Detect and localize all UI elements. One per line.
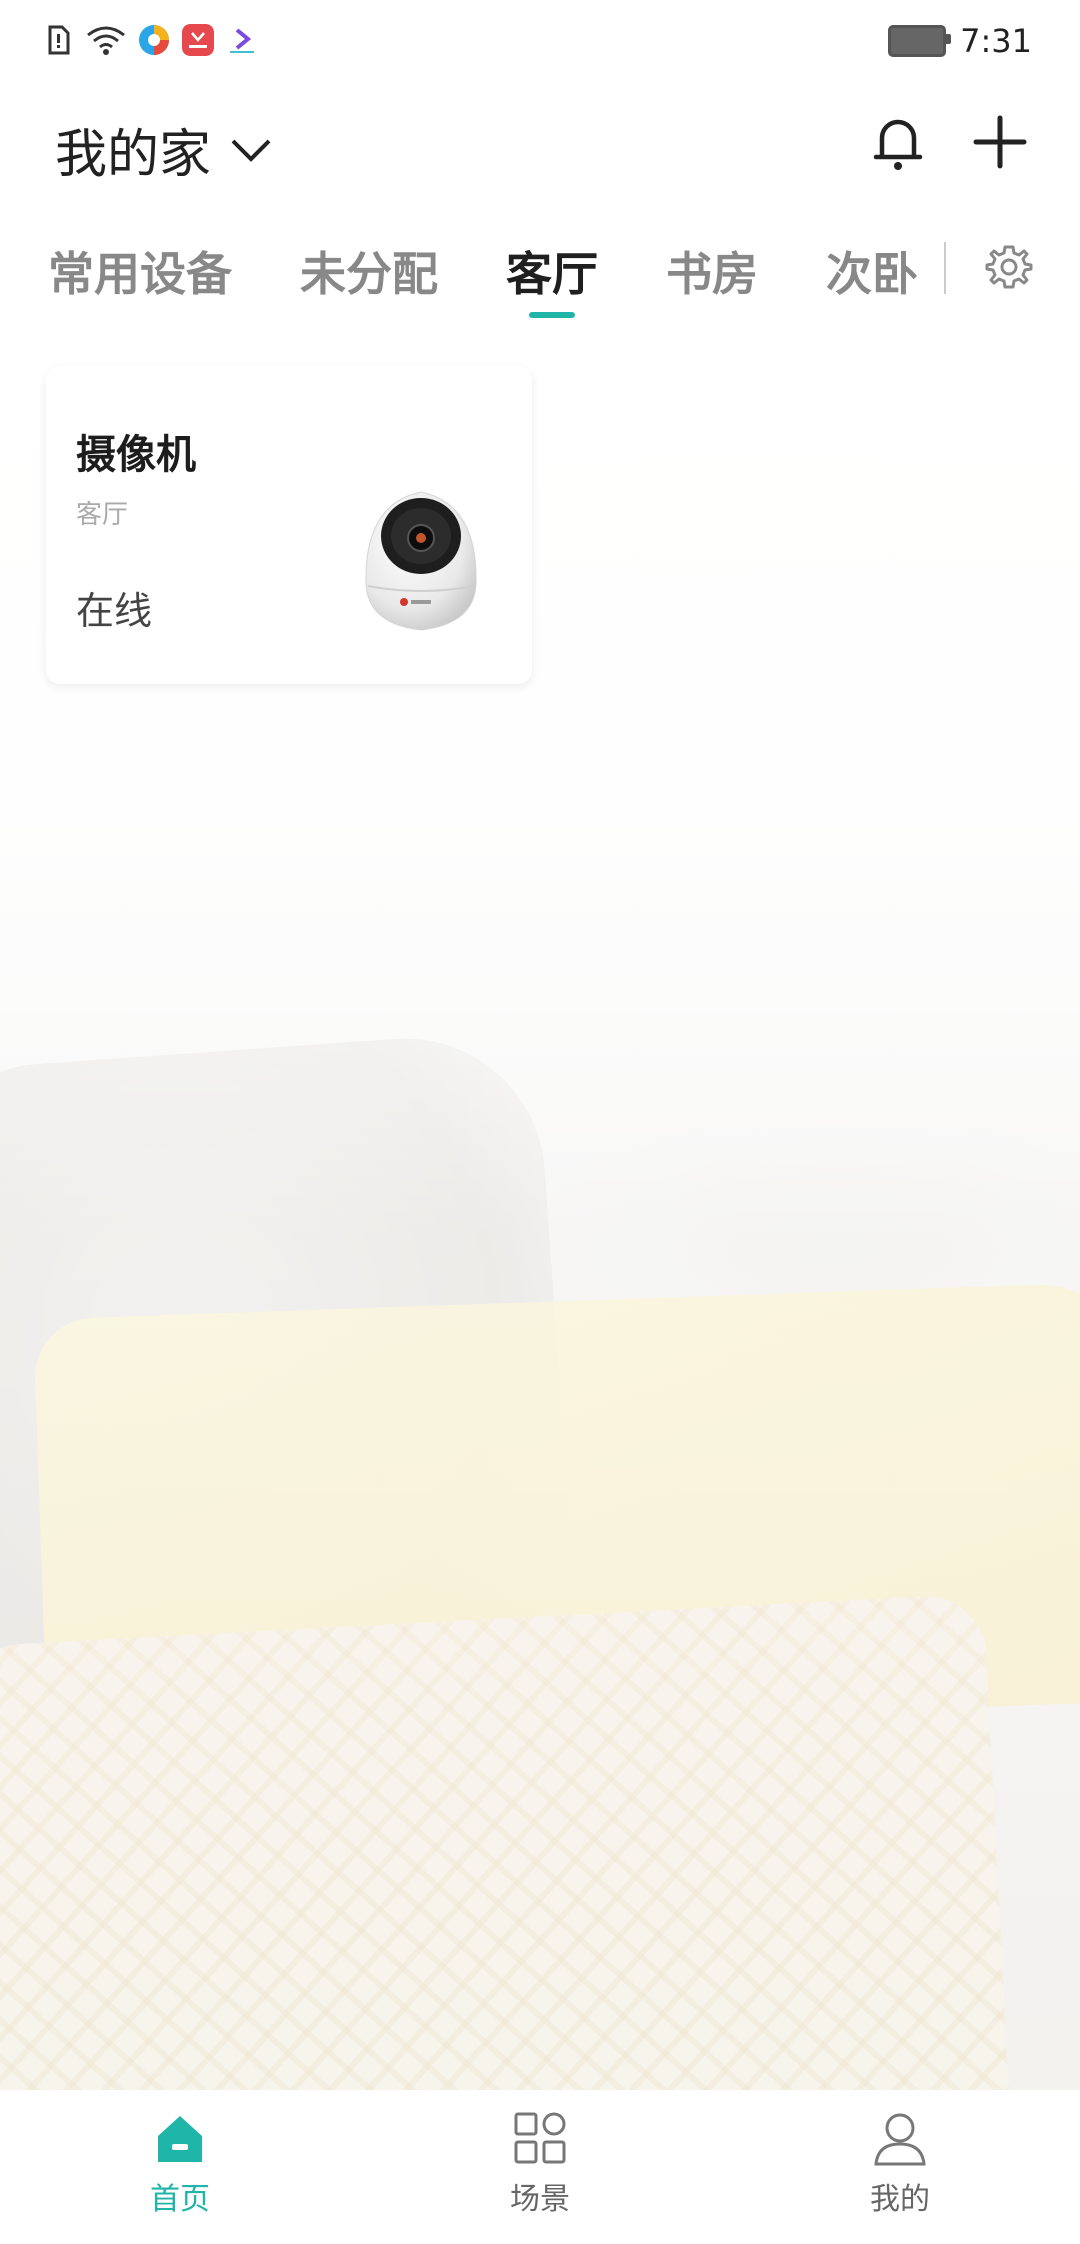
nav-label-profile: 我的 xyxy=(870,2182,930,2217)
browser-app-icon xyxy=(139,25,169,55)
sim-alert-icon xyxy=(48,25,70,55)
bell-icon xyxy=(873,119,923,170)
home-selector[interactable]: 我的家 xyxy=(55,112,273,187)
nav-label-scenes: 场景 xyxy=(510,2182,570,2217)
huawei-app-icon xyxy=(182,24,214,56)
bottom-navigation: 首页 场景 我的 xyxy=(0,2090,1080,2244)
tab-divider xyxy=(944,242,946,294)
nav-label-home: 首页 xyxy=(150,2182,210,2217)
plus-icon xyxy=(973,115,1027,169)
tab-unassigned[interactable]: 未分配 xyxy=(300,220,438,330)
tab-second-bedroom[interactable]: 次卧 xyxy=(826,220,918,330)
tab-common-devices[interactable]: 常用设备 xyxy=(48,220,232,330)
nav-profile[interactable]: 我的 xyxy=(720,2090,1080,2244)
gear-icon[interactable] xyxy=(984,242,1034,292)
device-name: 摄像机 xyxy=(76,432,196,478)
battery-charging-icon xyxy=(888,25,952,57)
add-device-button[interactable] xyxy=(970,112,1030,172)
nav-scenes[interactable]: 场景 xyxy=(360,2090,720,2244)
room-tabs: 常用设备 未分配 客厅 书房 次卧 xyxy=(0,220,1080,330)
camera-icon xyxy=(365,491,477,631)
clock: 7:31 xyxy=(960,22,1032,60)
nav-home[interactable]: 首页 xyxy=(0,2090,360,2244)
notifications-button[interactable] xyxy=(868,112,928,172)
wifi-icon xyxy=(87,26,125,55)
video-app-icon xyxy=(230,28,254,53)
chevron-down-icon xyxy=(231,139,271,162)
status-bar: 7:31 xyxy=(0,0,1080,86)
scenes-icon xyxy=(514,2112,566,2164)
background-image xyxy=(0,0,1080,2244)
device-card[interactable]: 摄像机 客厅 在线 xyxy=(46,366,532,684)
tab-living-room[interactable]: 客厅 xyxy=(506,220,598,330)
tab-study[interactable]: 书房 xyxy=(666,220,758,330)
home-name: 我的家 xyxy=(55,125,212,185)
home-icon xyxy=(158,2116,202,2162)
device-status: 在线 xyxy=(76,589,153,633)
device-room: 客厅 xyxy=(76,500,129,530)
profile-icon xyxy=(874,2113,926,2166)
